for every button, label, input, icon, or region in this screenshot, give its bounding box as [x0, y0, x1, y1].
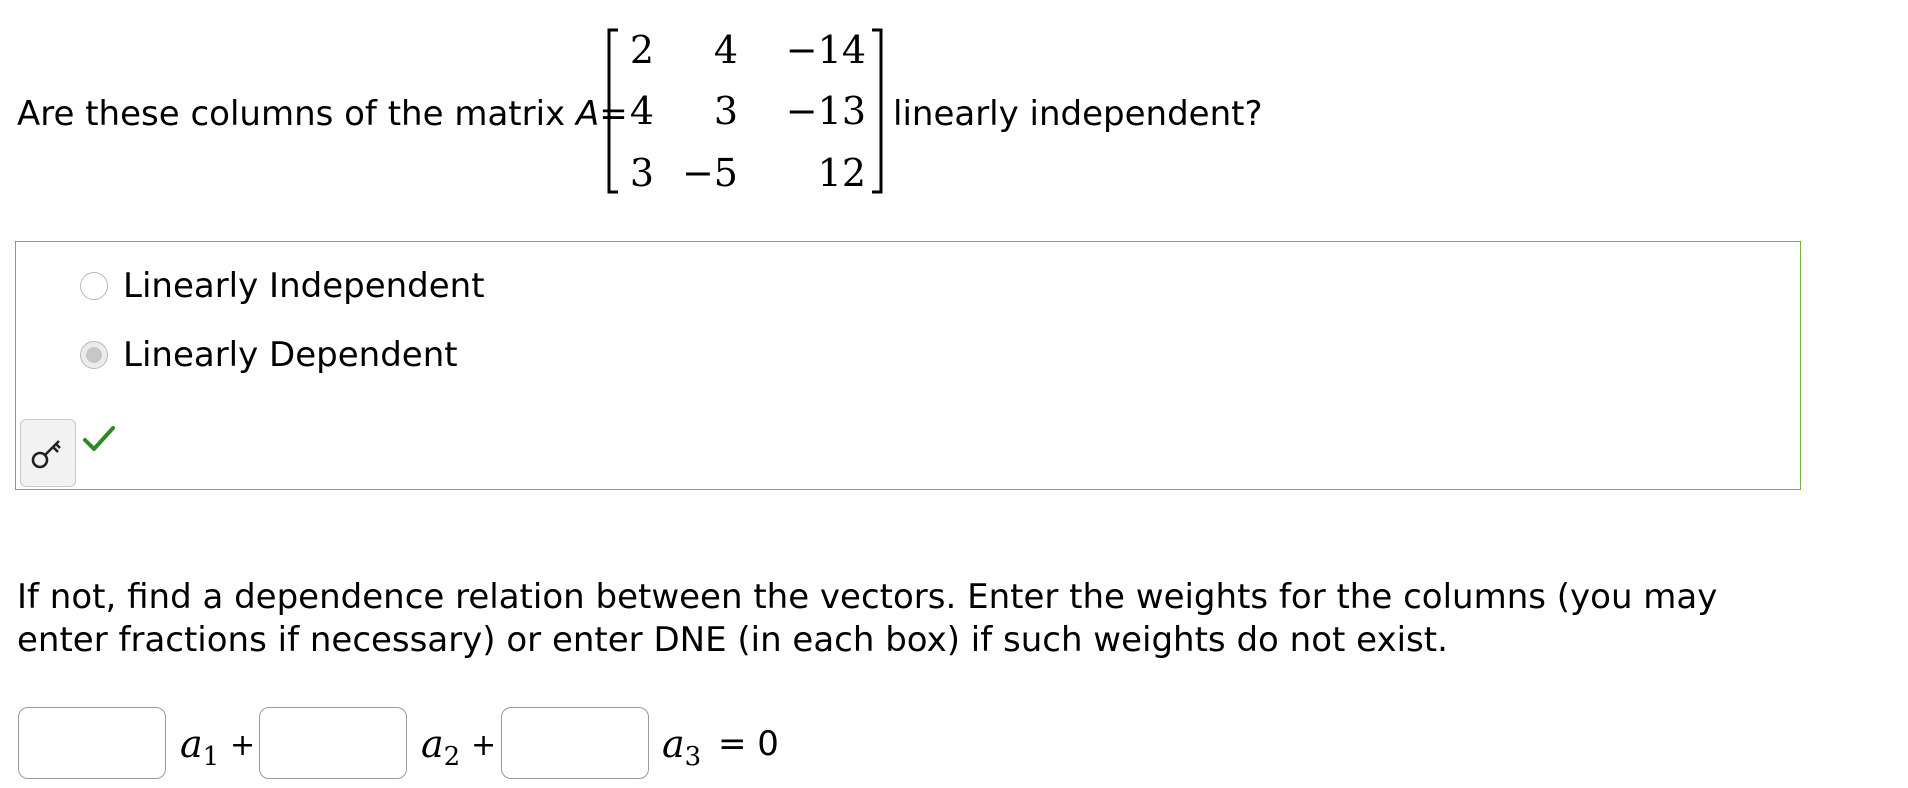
answer-options-box: Linearly Independent Linearly Dependent: [15, 241, 1801, 490]
vector-a2: a2: [421, 722, 461, 772]
option-label: Linearly Independent: [123, 266, 485, 306]
matrix-cell-r1c1: 2: [629, 28, 654, 72]
matrix-cell-r2c3: −13: [785, 89, 866, 133]
matrix-variable: A: [575, 94, 600, 134]
option-linearly-dependent[interactable]: Linearly Dependent: [80, 335, 458, 375]
radio-button-selected[interactable]: [80, 341, 108, 369]
key-button[interactable]: [20, 419, 76, 487]
matrix-cell-r3c1: 3: [629, 151, 654, 195]
vector-a1: a1: [180, 722, 220, 772]
plus-sign: +: [471, 728, 497, 763]
matrix-cell-r2c2: 3: [713, 89, 738, 133]
equals-zero: = 0: [718, 724, 779, 764]
radio-button[interactable]: [80, 272, 108, 300]
weight-input-1[interactable]: [18, 707, 166, 779]
option-label: Linearly Dependent: [123, 335, 458, 375]
weight-input-2[interactable]: [259, 707, 407, 779]
checkmark-icon: [83, 426, 115, 451]
matrix-A: 2 4 −14 4 3 −13 3 −5 12: [606, 20, 884, 202]
option-linearly-independent[interactable]: Linearly Independent: [80, 266, 485, 306]
key-icon: [31, 440, 61, 469]
matrix-cell-r1c2: 4: [713, 28, 738, 72]
question-prefix: Are these columns of the matrix: [17, 94, 576, 134]
question-text: Are these columns of the matrix A=: [17, 92, 628, 136]
vector-a3: a3: [662, 722, 702, 772]
matrix-cell-r1c3: −14: [785, 28, 866, 72]
matrix-cell-r3c2: −5: [681, 151, 738, 195]
matrix-cell-r3c3: 12: [817, 151, 866, 195]
question-suffix: linearly independent?: [893, 94, 1263, 134]
matrix-cell-r2c1: 4: [629, 89, 654, 133]
plus-sign: +: [230, 728, 256, 763]
weight-input-3[interactable]: [501, 707, 649, 779]
instructions-text: If not, find a dependence relation betwe…: [17, 577, 1718, 660]
